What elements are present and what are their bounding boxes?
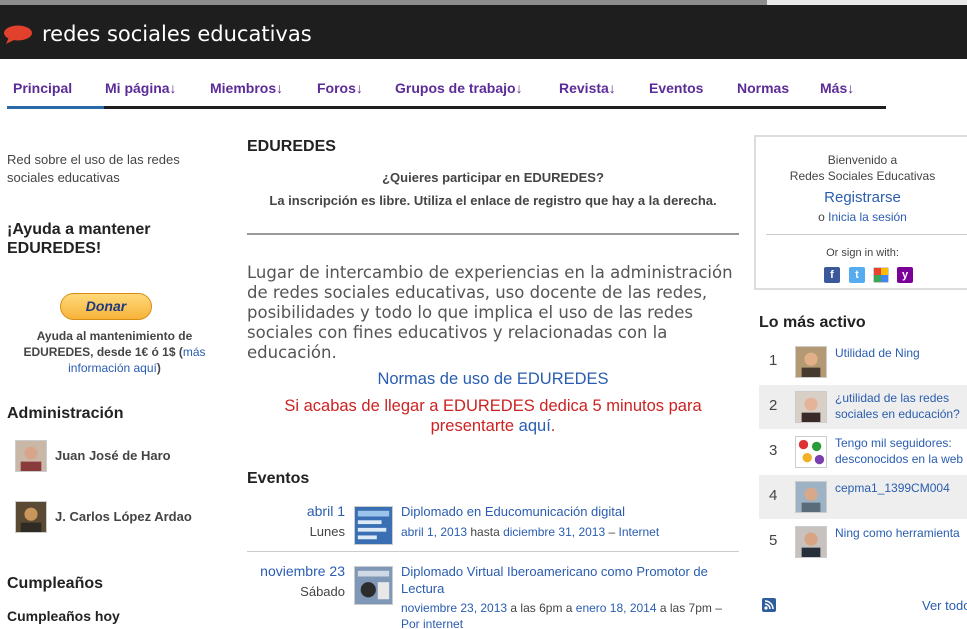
signup-note: La inscripción es libre. Utiliza el enla…	[269, 193, 717, 208]
event-meta: abril 1, 2013 hasta diciembre 31, 2013 –…	[401, 525, 660, 539]
events-heading: Eventos	[247, 470, 310, 487]
donate-button[interactable]: Donar	[60, 293, 152, 320]
event-location[interactable]: Internet	[619, 525, 660, 539]
event-start-date[interactable]: abril 1, 2013	[401, 525, 467, 539]
active-rank: 2	[769, 397, 778, 414]
network-summary: Lugar de intercambio de experiencias en …	[247, 263, 733, 362]
avatar	[795, 481, 827, 513]
welcome-text: Bienvenido a Redes Sociales Educativas	[789, 153, 936, 183]
view-all-link[interactable]: Ver todo	[922, 598, 967, 613]
avatar	[15, 440, 47, 472]
divider	[247, 233, 739, 235]
event-title[interactable]: Diplomado en Educomunicación digital	[401, 503, 736, 520]
active-title[interactable]: ¿utilidad de las redes sociales en educa…	[835, 390, 967, 422]
most-active-heading: Lo más activo	[759, 314, 866, 331]
birthdays-heading: Cumpleaños	[7, 575, 104, 592]
event-end-date[interactable]: diciembre 31, 2013	[503, 525, 605, 539]
active-title[interactable]: cepma1_1399CM004	[835, 480, 967, 496]
event-start-date[interactable]: noviembre 23, 2013	[401, 601, 507, 615]
google-icon[interactable]	[873, 267, 889, 283]
active-rank: 4	[769, 487, 778, 504]
nav-normas[interactable]: Normas	[737, 80, 789, 96]
nav-principal[interactable]: Principal	[13, 80, 72, 96]
login-line: o Inicia la sesión	[818, 210, 907, 224]
event-item: abril 1 Lunes Diplomado en Educomunicaci…	[247, 503, 739, 548]
active-item[interactable]: 2 ¿utilidad de las redes sociales en edu…	[759, 385, 967, 429]
site-header: redes sociales educativas	[0, 0, 967, 59]
event-day: Lunes	[309, 524, 345, 539]
facebook-icon[interactable]: f	[824, 267, 840, 283]
event-separator	[247, 551, 739, 552]
active-item[interactable]: 5 Ning como herramienta	[759, 520, 967, 564]
or-signin-label: Or sign in with:	[826, 247, 899, 259]
event-item: noviembre 23 Sábado Diplomado Virtual Ib…	[247, 563, 739, 629]
network-description: Red sobre el uso de las redes sociales e…	[7, 152, 180, 185]
nav-eventos[interactable]: Eventos	[649, 80, 703, 96]
avatar	[15, 501, 47, 533]
browser-strip	[0, 0, 967, 5]
avatar	[795, 526, 827, 558]
active-item[interactable]: 1 Utilidad de Ning	[759, 340, 967, 384]
donate-heading: ¡Ayuda a mantener EDUREDES!	[7, 221, 151, 257]
participate-question: ¿Quieres participar en EDUREDES?	[382, 170, 604, 185]
event-day: Sábado	[300, 584, 345, 599]
event-title[interactable]: Diplomado Virtual Iberoamericano como Pr…	[401, 563, 736, 597]
active-rank: 3	[769, 442, 778, 459]
event-date[interactable]: abril 1	[307, 503, 345, 519]
rules-link[interactable]: Normas de uso de EDUREDES	[247, 370, 739, 389]
admin-name[interactable]: J. Carlos López Ardao	[55, 509, 192, 524]
main-nav: Principal Mi página↓ Miembros↓ Foros↓ Gr…	[0, 59, 967, 111]
nav-mas[interactable]: Más↓	[820, 80, 854, 96]
nav-grupos[interactable]: Grupos de trabajo↓	[395, 80, 523, 96]
event-thumbnail[interactable]	[354, 566, 393, 605]
donate-description: Ayuda al mantenimiento de EDUREDES, desd…	[23, 329, 206, 375]
signin-box: Bienvenido a Redes Sociales Educativas R…	[754, 135, 967, 290]
active-item[interactable]: 3 Tengo mil seguidores: desconocidos en …	[759, 430, 967, 474]
avatar	[795, 391, 827, 423]
event-date[interactable]: noviembre 23	[260, 563, 345, 579]
nav-mi-pagina[interactable]: Mi página↓	[105, 80, 177, 96]
site-title[interactable]: redes sociales educativas	[42, 22, 312, 46]
birthdays-today-heading: Cumpleaños hoy	[7, 608, 120, 624]
active-title[interactable]: Ning como herramienta	[835, 525, 967, 541]
twitter-icon[interactable]: t	[849, 267, 865, 283]
active-rank: 5	[769, 532, 778, 549]
event-location[interactable]: Por internet	[401, 617, 463, 629]
event-thumbnail[interactable]	[354, 506, 393, 545]
active-item[interactable]: 4 cepma1_1399CM004	[759, 475, 967, 519]
divider	[766, 234, 967, 235]
login-link[interactable]: Inicia la sesión	[828, 210, 907, 224]
rss-icon[interactable]	[762, 598, 776, 612]
nav-miembros[interactable]: Miembros↓	[210, 80, 283, 96]
avatar	[795, 346, 827, 378]
event-meta: noviembre 23, 2013 a las 6pm a enero 18,…	[401, 601, 722, 629]
active-title[interactable]: Utilidad de Ning	[835, 345, 967, 361]
admin-name[interactable]: Juan José de Haro	[55, 448, 171, 463]
welcome-note: Si acabas de llegar a EDUREDES dedica 5 …	[284, 397, 702, 435]
nav-revista[interactable]: Revista↓	[559, 80, 616, 96]
introduce-here-link[interactable]: aquí	[519, 417, 551, 435]
nav-foros[interactable]: Foros↓	[317, 80, 363, 96]
nav-active-indicator	[7, 106, 104, 109]
avatar	[795, 436, 827, 468]
admin-heading: Administración	[7, 405, 124, 422]
register-link[interactable]: Registrarse	[756, 189, 967, 206]
event-end-date[interactable]: enero 18, 2014	[576, 601, 657, 615]
active-title[interactable]: Tengo mil seguidores: desconocidos en la…	[835, 435, 967, 467]
nav-underline	[104, 106, 886, 109]
speech-bubble-icon	[4, 25, 32, 44]
page-title: EDUREDES	[247, 138, 336, 155]
active-rank: 1	[769, 352, 778, 369]
yahoo-icon[interactable]: y	[897, 267, 913, 283]
